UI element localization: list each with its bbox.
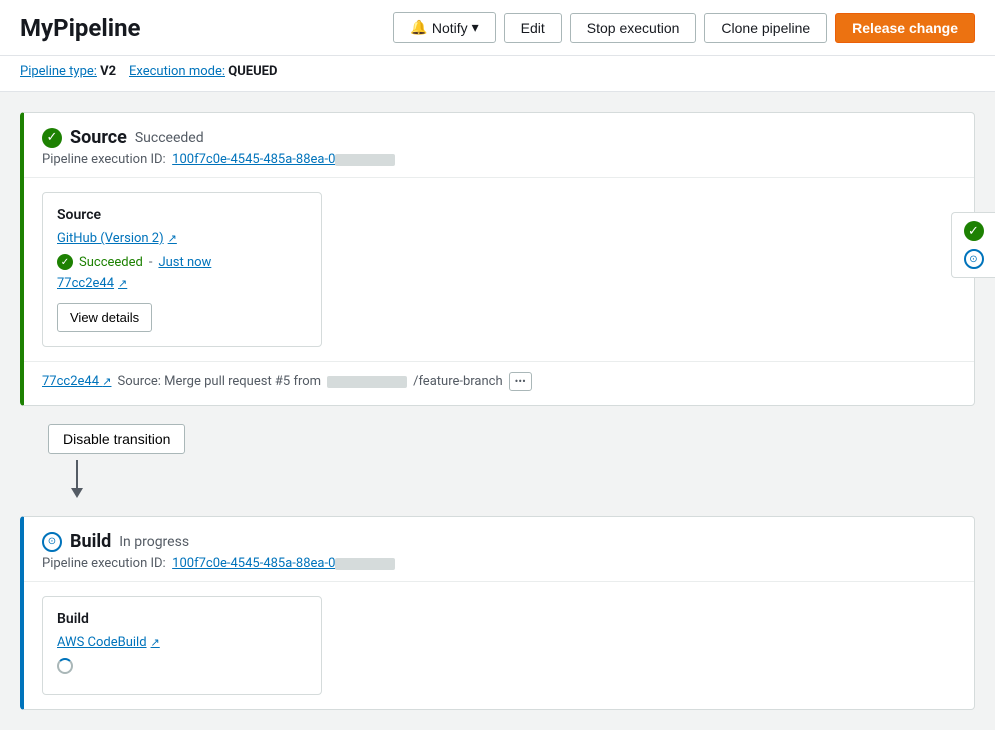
succeeded-icon: ✓ [42, 128, 62, 148]
pipeline-meta: Pipeline type: V2 Execution mode: QUEUED [0, 56, 995, 92]
disable-transition-button[interactable]: Disable transition [48, 424, 185, 454]
pipeline-type-value: V2 [100, 64, 116, 79]
commit-hash-link[interactable]: 77cc2e44 [57, 276, 114, 291]
sidebar-succeeded-icon: ✓ [964, 221, 984, 241]
main-content: ✓ Source Succeeded Pipeline execution ID… [0, 92, 995, 730]
build-exec-id-link[interactable]: 100f7c0e-4545-485a-88ea-0 [172, 556, 395, 571]
bell-icon: 🔔 [410, 19, 427, 36]
source-action-status-row: ✓ Succeeded - Just now [57, 254, 307, 270]
stage-source-exec-id: Pipeline execution ID: 100f7c0e-4545-485… [42, 152, 956, 167]
in-progress-icon: ⊙ [42, 532, 62, 552]
stage-source-name: Source [70, 127, 127, 148]
stage-source: ✓ Source Succeeded Pipeline execution ID… [20, 112, 975, 406]
build-action-status-row [57, 658, 307, 674]
header-actions: 🔔 Notify ▾ Edit Stop execution Clone pip… [393, 12, 975, 43]
page-title: MyPipeline [20, 14, 381, 42]
more-options-badge[interactable]: ••• [509, 372, 532, 391]
commit-external-icon: ↗ [118, 277, 127, 290]
notify-button[interactable]: 🔔 Notify ▾ [393, 12, 495, 43]
footer-commit-link[interactable]: 77cc2e44 ↗ [42, 374, 112, 389]
stop-execution-button[interactable]: Stop execution [570, 13, 697, 43]
build-provider-link[interactable]: AWS CodeBuild ↗ [57, 635, 307, 650]
execution-mode-link[interactable]: Execution mode: [129, 64, 225, 79]
edit-button[interactable]: Edit [504, 13, 562, 43]
action-time-link[interactable]: Just now [158, 255, 211, 270]
footer-external-icon: ↗ [102, 375, 111, 388]
build-external-icon: ↗ [151, 636, 160, 649]
release-change-button[interactable]: Release change [835, 13, 975, 43]
build-spinner-icon [57, 658, 73, 674]
commit-link-row: 77cc2e44 ↗ [57, 276, 307, 291]
action-status-text: Succeeded [79, 255, 143, 270]
sidebar-in-progress-icon: ⊙ [964, 249, 984, 269]
external-link-icon: ↗ [168, 232, 177, 245]
redacted-id [335, 154, 395, 166]
source-action-title: Source [57, 207, 307, 223]
execution-mode-value: QUEUED [228, 64, 277, 79]
stage-build: ⊙ Build In progress Pipeline execution I… [20, 516, 975, 710]
stage-build-header: ⊙ Build In progress Pipeline execution I… [24, 517, 974, 582]
redacted-username [327, 376, 407, 388]
source-action-card: Source GitHub (Version 2) ↗ ✓ Succeeded … [42, 192, 322, 347]
chevron-down-icon: ▾ [472, 19, 479, 36]
view-details-button[interactable]: View details [57, 303, 152, 332]
action-check-icon: ✓ [57, 254, 73, 270]
stage-build-exec-id: Pipeline execution ID: 100f7c0e-4545-485… [42, 556, 956, 571]
stage-source-status: Succeeded [135, 130, 204, 146]
stage-source-header: ✓ Source Succeeded Pipeline execution ID… [24, 113, 974, 178]
clone-pipeline-button[interactable]: Clone pipeline [704, 13, 827, 43]
pipeline-type-link[interactable]: Pipeline type: [20, 64, 97, 79]
source-provider-link[interactable]: GitHub (Version 2) ↗ [57, 231, 307, 246]
sidebar-status-panel: ✓ ⊙ [951, 212, 995, 278]
header: MyPipeline 🔔 Notify ▾ Edit Stop executio… [0, 0, 995, 56]
stage-build-name: Build [70, 531, 111, 552]
transition-area: Disable transition [20, 406, 975, 500]
source-exec-id-link[interactable]: 100f7c0e-4545-485a-88ea-0 [172, 152, 395, 167]
stage-build-status: In progress [119, 534, 189, 550]
build-action-title: Build [57, 611, 307, 627]
redacted-build-id [335, 558, 395, 570]
stage-source-footer: 77cc2e44 ↗ Source: Merge pull request #5… [24, 361, 974, 405]
build-action-card: Build AWS CodeBuild ↗ [42, 596, 322, 695]
